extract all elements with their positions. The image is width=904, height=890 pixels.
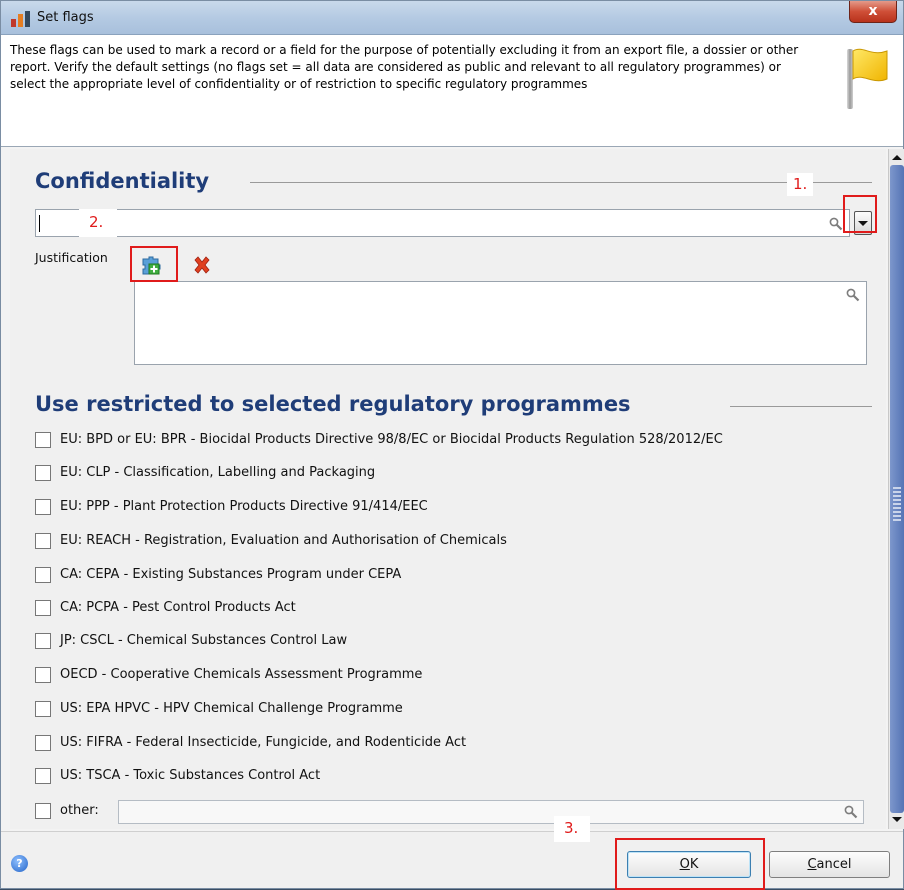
delete-icon[interactable] <box>192 255 212 275</box>
checkbox[interactable] <box>35 600 51 616</box>
scrollbar-thumb[interactable] <box>890 165 904 813</box>
info-text: These flags can be used to mark a record… <box>10 43 799 91</box>
checkbox[interactable] <box>35 567 51 583</box>
checkbox-label: EU: REACH - Registration, Evaluation and… <box>60 533 507 548</box>
title-bar: Set flags x <box>1 1 903 35</box>
justification-textarea[interactable] <box>134 281 867 365</box>
checkbox[interactable] <box>35 633 51 649</box>
checkbox-label: US: EPA HPVC - HPV Chemical Challenge Pr… <box>60 701 403 716</box>
search-icon[interactable] <box>829 217 843 231</box>
confidentiality-field[interactable] <box>35 209 850 237</box>
checkbox[interactable] <box>35 735 51 751</box>
checkbox[interactable] <box>35 499 51 515</box>
regulatory-divider <box>730 406 872 407</box>
checkbox-label: EU: CLP - Classification, Labelling and … <box>60 465 376 480</box>
checkbox-label: US: FIFRA - Federal Insecticide, Fungici… <box>60 735 467 750</box>
annotation-step-3: 3. <box>554 816 591 842</box>
app-icon <box>11 11 30 27</box>
checkbox-label: US: TSCA - Toxic Substances Control Act <box>60 768 321 783</box>
other-input[interactable] <box>118 800 864 824</box>
text-caret <box>39 215 40 232</box>
checkbox[interactable] <box>35 701 51 717</box>
checkbox[interactable] <box>35 432 51 448</box>
vertical-scrollbar[interactable] <box>888 149 904 829</box>
checkbox[interactable] <box>35 465 51 481</box>
checkbox-label: CA: CEPA - Existing Substances Program u… <box>60 567 402 582</box>
checkbox[interactable] <box>35 768 51 784</box>
scrollbar-grip <box>893 487 901 523</box>
justification-label: Justification <box>35 250 108 265</box>
annotation-step-2: 2. <box>79 209 118 237</box>
dialog-footer: ? OK Cancel <box>1 831 903 888</box>
flag-icon <box>847 48 888 109</box>
confidentiality-heading: Confidentiality <box>35 169 218 193</box>
confidentiality-divider <box>250 182 872 183</box>
close-button[interactable]: x <box>849 1 897 23</box>
checkbox-label: CA: PCPA - Pest Control Products Act <box>60 600 296 615</box>
checkbox-label: other: <box>60 803 99 818</box>
checkbox[interactable] <box>35 803 51 819</box>
scroll-down-arrow[interactable] <box>891 813 903 827</box>
cancel-button[interactable]: Cancel <box>769 851 890 878</box>
checkbox[interactable] <box>35 667 51 683</box>
scroll-up-arrow[interactable] <box>891 151 903 165</box>
set-flags-dialog: Set flags x These flags can be used to m… <box>0 0 904 890</box>
checkbox[interactable] <box>35 533 51 549</box>
checkbox-label: JP: CSCL - Chemical Substances Control L… <box>60 633 348 648</box>
annotation-box-dropdown <box>843 195 877 233</box>
regulatory-heading: Use restricted to selected regulatory pr… <box>35 392 639 416</box>
checkbox-label: EU: BPD or EU: BPR - Biocidal Products D… <box>60 432 723 447</box>
annotation-step-1: 1. <box>787 173 814 196</box>
cancel-mnemonic: C <box>807 857 817 872</box>
help-icon[interactable]: ? <box>11 855 28 872</box>
annotation-box-add <box>130 246 178 282</box>
annotation-box-ok <box>615 838 765 890</box>
checkbox-label: EU: PPP - Plant Protection Products Dire… <box>60 499 428 514</box>
info-panel: These flags can be used to mark a record… <box>1 35 903 147</box>
search-icon[interactable] <box>846 288 860 302</box>
checkbox-label: OECD - Cooperative Chemicals Assessment … <box>60 667 423 682</box>
window-title: Set flags <box>37 10 94 25</box>
search-icon[interactable] <box>844 805 858 819</box>
cancel-label: ancel <box>816 857 852 872</box>
